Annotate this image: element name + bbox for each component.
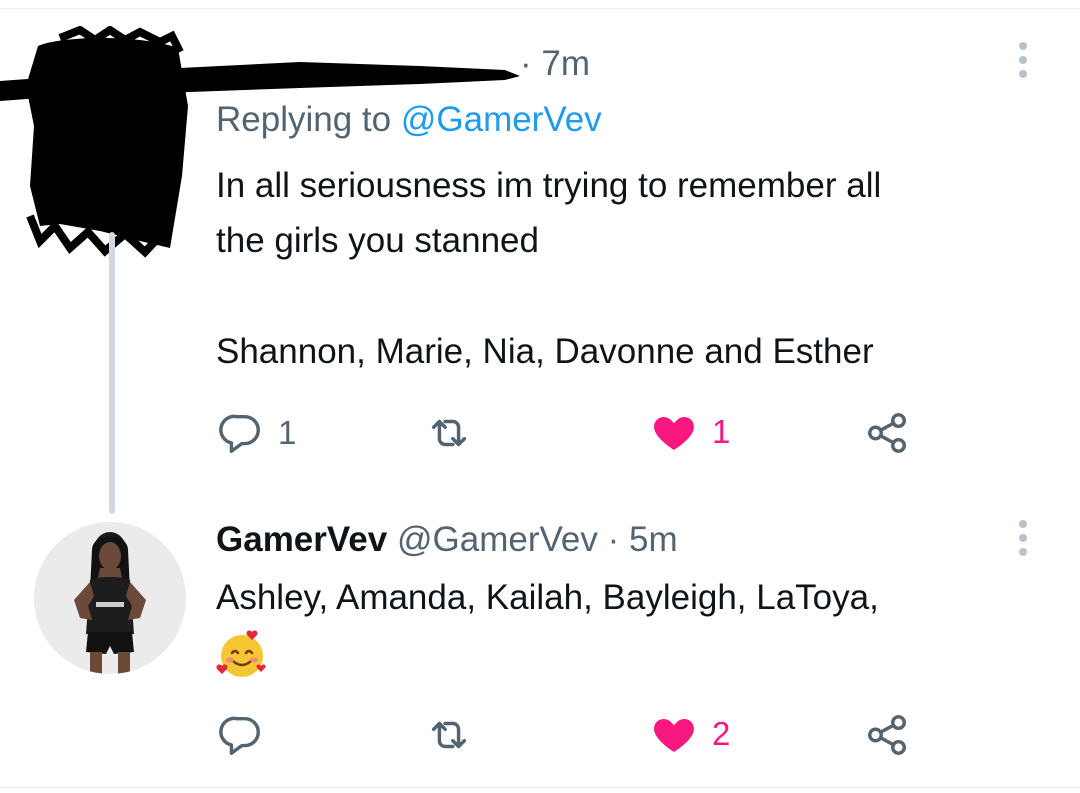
- reply-count: 1: [278, 414, 297, 451]
- more-icon[interactable]: [1012, 40, 1034, 82]
- share-button[interactable]: [864, 712, 910, 758]
- reply-icon: [219, 716, 260, 755]
- tweet-text-line: Shannon, Marie, Nia, Davonne and Esther: [216, 332, 874, 371]
- tweet-text-line: the girls you stanned: [216, 221, 539, 260]
- display-name[interactable]: GamerVev: [216, 520, 387, 559]
- replying-handle-link[interactable]: @GamerVev: [401, 100, 602, 139]
- heart-icon: [654, 417, 694, 450]
- replying-prefix: Replying to: [216, 100, 392, 139]
- share-icon: [868, 413, 906, 453]
- share-button[interactable]: [864, 410, 910, 456]
- tweet-header: GamerVev @GamerVev · 5m: [216, 520, 678, 560]
- more-icon[interactable]: [1012, 518, 1034, 560]
- like-count: 1: [712, 413, 731, 450]
- user-handle[interactable]: @GamerVev: [397, 520, 598, 559]
- smiling-face-with-hearts-emoji: [216, 630, 266, 677]
- top-divider: [0, 8, 1080, 9]
- share-icon: [868, 715, 906, 755]
- avatar-image: [34, 522, 186, 674]
- retweet-button[interactable]: [426, 410, 472, 456]
- tweet-text-line: Ashley, Amanda, Kailah, Bayleigh, LaToya…: [216, 578, 879, 617]
- retweet-icon: [431, 419, 467, 447]
- tweet-timestamp[interactable]: · 5m: [608, 520, 678, 559]
- bottom-divider: [0, 787, 1080, 788]
- like-button[interactable]: 1: [650, 408, 730, 456]
- like-count: 2: [712, 715, 731, 752]
- like-button[interactable]: 2: [650, 710, 730, 758]
- heart-icon: [654, 719, 694, 752]
- reply-button[interactable]: [218, 712, 278, 758]
- retweet-icon: [431, 721, 467, 749]
- avatar[interactable]: [34, 522, 186, 674]
- replying-to: Replying to @GamerVev: [216, 100, 602, 140]
- thread-connector: [109, 232, 115, 514]
- tweet-timestamp[interactable]: · 7m: [520, 44, 590, 84]
- tweet-text-line: In all seriousness im trying to remember…: [216, 166, 882, 205]
- reply-icon: [219, 414, 260, 453]
- retweet-button[interactable]: [426, 712, 472, 758]
- reply-button[interactable]: 1: [218, 410, 296, 456]
